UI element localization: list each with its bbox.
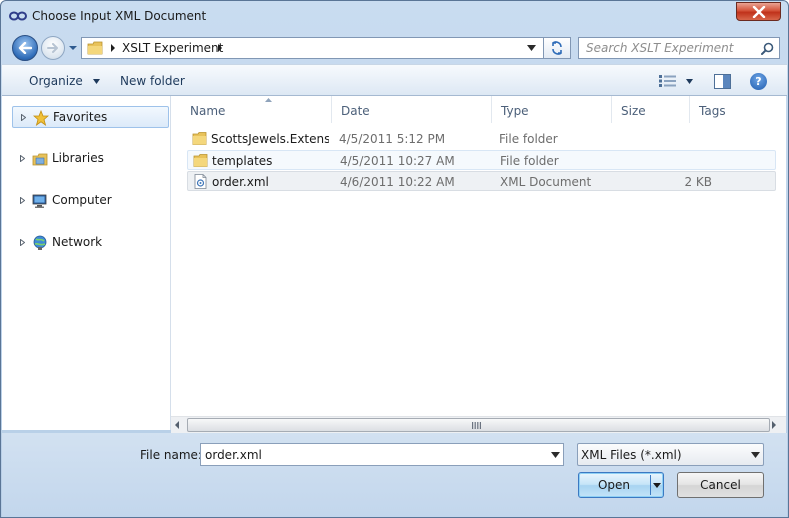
expand-arrow-icon[interactable] <box>21 114 26 121</box>
filter-value: XML Files (*.xml) <box>581 448 682 462</box>
file-name: templates <box>212 154 273 168</box>
title-bar: Choose Input XML Document <box>1 1 788 32</box>
chevron-down-icon <box>751 452 760 458</box>
address-bar[interactable]: XSLT Experiment <box>81 37 544 59</box>
breadcrumb-arrow-icon[interactable] <box>110 44 116 52</box>
app-icon <box>9 11 27 21</box>
scroll-left-icon[interactable] <box>174 421 180 429</box>
expand-arrow-icon[interactable] <box>20 239 25 246</box>
breadcrumb-item[interactable]: XSLT Experiment <box>122 41 223 55</box>
scroll-right-icon[interactable] <box>771 421 777 429</box>
file-name: order.xml <box>212 175 269 189</box>
file-row[interactable]: order.xml 4/6/2011 10:22 AM XML Document… <box>187 171 776 191</box>
file-list: Name Date Type Size Tags ScottsJewels.Ex… <box>171 96 786 416</box>
nav-label: Favorites <box>53 110 108 124</box>
column-label: Type <box>501 104 529 118</box>
file-name: ScottsJewels.Extensi... <box>211 132 329 146</box>
cancel-button[interactable]: Cancel <box>677 472 764 498</box>
file-type: XML Document <box>500 175 592 189</box>
grip-icon <box>472 422 481 429</box>
scrollbar-thumb[interactable] <box>187 418 770 432</box>
column-label: Name <box>190 104 226 118</box>
nav-item-libraries[interactable]: Libraries <box>12 148 169 170</box>
forward-button[interactable] <box>41 36 65 60</box>
file-row[interactable]: ScottsJewels.Extensi... 4/5/2011 5:12 PM… <box>187 129 776 149</box>
column-header-type[interactable]: Type <box>492 96 612 123</box>
address-dropdown-icon[interactable] <box>527 45 536 51</box>
xml-file-icon <box>194 174 207 189</box>
folder-icon <box>192 132 207 145</box>
file-name-label: File name: <box>140 448 202 462</box>
search-icon[interactable] <box>761 42 774 55</box>
address-row: XSLT Experiment Search XSLT Experiment <box>1 32 788 64</box>
network-icon <box>33 235 47 250</box>
nav-label: Network <box>52 235 103 249</box>
column-label: Date <box>341 104 370 118</box>
window-title: Choose Input XML Document <box>32 9 207 23</box>
nav-item-computer[interactable]: Computer <box>12 190 169 212</box>
file-type: File folder <box>500 154 559 168</box>
open-button[interactable]: Open <box>578 472 664 498</box>
forward-arrow-icon <box>47 43 58 53</box>
file-date: 4/5/2011 5:12 PM <box>339 132 446 146</box>
breadcrumb-arrow-icon[interactable] <box>217 44 223 52</box>
folder-icon <box>87 41 103 55</box>
refresh-icon <box>552 41 562 55</box>
help-button[interactable]: ? <box>750 73 767 90</box>
column-label: Tags <box>699 104 726 118</box>
nav-item-favorites[interactable]: Favorites <box>12 106 169 128</box>
preview-pane-icon[interactable] <box>714 74 731 89</box>
column-header-tags[interactable]: Tags <box>690 96 786 123</box>
chevron-down-icon <box>92 79 100 84</box>
file-date: 4/5/2011 10:27 AM <box>340 154 455 168</box>
organize-button[interactable]: Organize <box>29 74 100 88</box>
refresh-button[interactable] <box>544 37 571 59</box>
file-name-field[interactable] <box>201 444 545 465</box>
views-icon[interactable] <box>659 75 677 87</box>
split-divider <box>650 475 651 495</box>
dialog-window: Choose Input XML Document XSLT Experimen… <box>0 0 789 518</box>
search-placeholder: Search XSLT Experiment <box>586 41 734 55</box>
close-button[interactable] <box>736 2 781 21</box>
back-arrow-icon <box>18 42 32 54</box>
recent-pages-chevron-icon[interactable] <box>68 44 78 52</box>
file-size: 2 KB <box>684 175 712 189</box>
file-type: File folder <box>499 132 558 146</box>
search-input[interactable]: Search XSLT Experiment <box>578 37 780 59</box>
command-toolbar: Organize New folder ? <box>2 64 787 96</box>
column-header-name[interactable]: Name <box>181 96 332 123</box>
expand-arrow-icon[interactable] <box>20 197 25 204</box>
cancel-label: Cancel <box>700 478 741 492</box>
computer-icon <box>32 194 47 208</box>
file-name-combobox[interactable] <box>200 443 564 466</box>
column-label: Size <box>621 104 646 118</box>
dialog-footer: File name: XML Files (*.xml) Open Cancel <box>2 433 787 517</box>
file-row[interactable]: templates 4/5/2011 10:27 AM File folder <box>187 150 776 170</box>
file-date: 4/6/2011 10:22 AM <box>340 175 455 189</box>
open-label: Open <box>597 478 631 492</box>
navigation-pane: Favorites Libraries Computer Network <box>2 96 171 430</box>
column-header-date[interactable]: Date <box>332 96 492 123</box>
expand-arrow-icon[interactable] <box>20 155 25 162</box>
sort-ascending-icon <box>265 98 272 102</box>
close-icon <box>752 6 766 18</box>
star-icon <box>33 110 49 126</box>
nav-label: Computer <box>52 193 112 207</box>
column-header-size[interactable]: Size <box>612 96 690 123</box>
new-folder-button[interactable]: New folder <box>120 74 185 88</box>
back-button[interactable] <box>12 35 38 61</box>
horizontal-scrollbar[interactable] <box>171 416 786 433</box>
folder-icon <box>193 154 208 167</box>
nav-label: Libraries <box>52 151 104 165</box>
open-dropdown-icon[interactable] <box>653 483 661 488</box>
organize-label: Organize <box>29 74 83 88</box>
libraries-icon <box>32 153 48 166</box>
chevron-down-icon[interactable] <box>551 452 560 458</box>
nav-item-network[interactable]: Network <box>12 232 169 254</box>
file-type-filter-select[interactable]: XML Files (*.xml) <box>577 443 764 466</box>
views-dropdown-icon[interactable] <box>686 79 693 84</box>
